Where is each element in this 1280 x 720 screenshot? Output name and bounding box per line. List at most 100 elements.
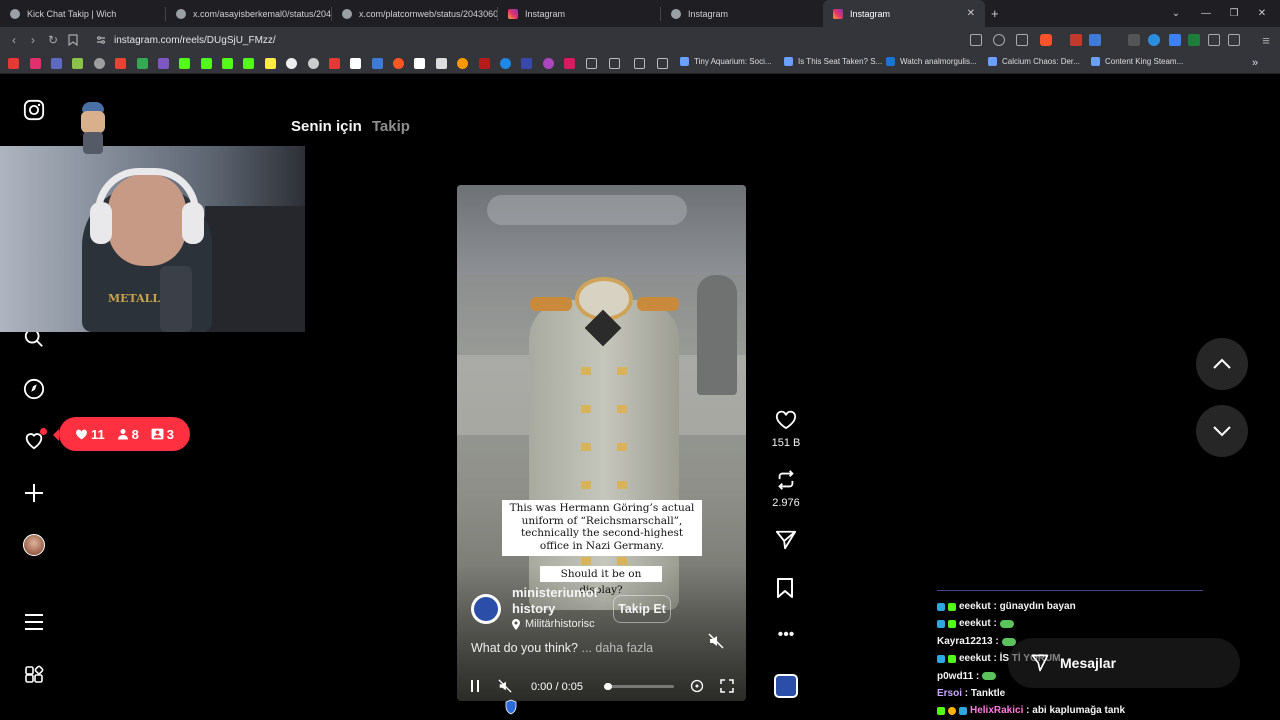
progress-thumb[interactable] <box>604 683 612 690</box>
volume-muted-icon[interactable] <box>498 679 512 693</box>
author-name[interactable]: ministeriumof history <box>512 585 598 617</box>
muted-icon[interactable] <box>708 633 728 653</box>
bookmark-icon[interactable] <box>308 58 319 69</box>
bookmark-icon[interactable] <box>414 58 425 69</box>
bookmark-icon[interactable] <box>436 58 447 69</box>
bookmark-icon[interactable] <box>372 58 383 69</box>
bookmark-icon[interactable] <box>500 58 511 69</box>
bookmark-kick-icon[interactable] <box>243 58 254 69</box>
like-heart-icon[interactable] <box>775 409 797 431</box>
bookmark-x-icon[interactable] <box>350 58 361 69</box>
next-reel-button[interactable] <box>1196 405 1248 457</box>
profile-avatar[interactable] <box>22 533 46 557</box>
browser-tab[interactable]: x.com/asayisberkemal0/status/20433 <box>166 0 331 27</box>
share-icon[interactable] <box>1016 34 1028 46</box>
bookmark-twitch-icon[interactable] <box>158 58 169 69</box>
reel-video[interactable] <box>457 185 746 701</box>
browser-tab[interactable]: Instagram <box>661 0 823 27</box>
tab-list-icon[interactable]: ⌄ <box>1162 0 1190 27</box>
extension-icon[interactable] <box>1169 34 1181 46</box>
progress-track[interactable] <box>604 683 674 690</box>
bookmark-icon[interactable] <box>457 58 468 69</box>
bookmark-youtube-icon[interactable] <box>8 58 19 69</box>
tab-for-you[interactable]: Senin için <box>291 118 362 135</box>
bookmark-folder-icon[interactable] <box>586 58 597 69</box>
bookmark-icon[interactable] <box>51 58 62 69</box>
bookmark-link[interactable]: Tiny Aquarium: Soci... <box>680 57 772 66</box>
restore-icon[interactable]: ❐ <box>1220 0 1248 27</box>
close-tab-icon[interactable]: ✕ <box>967 8 975 19</box>
bookmark-folder-icon[interactable] <box>657 58 668 69</box>
follow-button[interactable]: Takip Et <box>613 595 671 623</box>
extension-icon[interactable] <box>1070 34 1082 46</box>
brave-shield-icon[interactable] <box>1040 34 1052 46</box>
bookmark-icon[interactable] <box>286 58 297 69</box>
bookmark-drive-icon[interactable] <box>137 58 148 69</box>
more-link[interactable]: ... daha fazla <box>582 641 654 655</box>
bookmark-icon[interactable] <box>94 58 105 69</box>
sidebar-icon[interactable] <box>1228 34 1240 46</box>
bookmark-icon[interactable] <box>265 58 276 69</box>
bookmark-icon[interactable] <box>543 58 554 69</box>
new-tab-button[interactable]: + <box>985 0 1009 27</box>
share-send-icon[interactable] <box>775 529 797 551</box>
location-link[interactable]: Militärhistorisc <box>512 618 595 630</box>
bookmark-kick-icon[interactable] <box>201 58 212 69</box>
bookmark-icon[interactable] <box>72 58 83 69</box>
bookmark-icon[interactable] <box>65 32 81 48</box>
cast-icon[interactable] <box>970 34 982 46</box>
bookmark-link[interactable]: Content King Steam... <box>1091 57 1183 66</box>
close-window-icon[interactable]: ✕ <box>1248 0 1276 27</box>
bookmark-icon[interactable] <box>521 58 532 69</box>
extension-icon[interactable] <box>1148 34 1160 46</box>
activity-notification-pill[interactable]: 11 8 3 <box>53 417 190 451</box>
bookmark-gmail-icon[interactable] <box>115 58 126 69</box>
settings-icon[interactable] <box>690 679 704 693</box>
more-bookmarks-icon[interactable]: » <box>1252 57 1258 69</box>
bookmark-reddit-icon[interactable] <box>393 58 404 69</box>
browser-tab[interactable]: Kick Chat Takip | Wich <box>0 0 165 27</box>
bookmark-link[interactable]: Watch analmorgulis... <box>886 57 977 66</box>
bookmark-icon[interactable] <box>329 58 340 69</box>
more-options-icon[interactable]: ••• <box>776 627 796 644</box>
previous-reel-button[interactable] <box>1196 338 1248 390</box>
bookmark-folder-icon[interactable] <box>634 58 645 69</box>
bookmark-icon[interactable] <box>564 58 575 69</box>
bookmark-kick-icon[interactable] <box>222 58 233 69</box>
bookmark-folder-icon[interactable] <box>609 58 620 69</box>
url-field[interactable]: instagram.com/reels/DUgSjU_FMzz/ <box>88 30 968 50</box>
reload-icon[interactable]: ↻ <box>45 32 61 48</box>
messages-button[interactable]: Mesajlar <box>1008 638 1240 688</box>
browser-tab[interactable]: Instagram <box>498 0 660 27</box>
extension-icon[interactable] <box>1128 34 1140 46</box>
audio-thumbnail[interactable] <box>774 674 798 698</box>
extensions-puzzle-icon[interactable] <box>1208 34 1220 46</box>
instagram-logo-icon[interactable] <box>22 98 46 122</box>
bookmark-link[interactable]: Calcium Chaos: Der... <box>988 57 1080 66</box>
repost-icon[interactable] <box>775 469 797 491</box>
extension-icon[interactable] <box>1188 34 1200 46</box>
bookmark-icon[interactable] <box>479 58 490 69</box>
bookmark-instagram-icon[interactable] <box>30 58 41 69</box>
author-avatar[interactable] <box>471 594 501 624</box>
tab-following[interactable]: Takip <box>372 118 410 135</box>
more-menu-icon[interactable] <box>22 610 46 634</box>
pause-icon[interactable] <box>470 679 482 693</box>
bookmark-link[interactable]: Is This Seat Taken? S... <box>784 57 882 66</box>
site-settings-icon[interactable] <box>96 35 106 45</box>
menu-icon[interactable]: ≡ <box>1258 32 1274 48</box>
also-from-meta-icon[interactable] <box>22 663 46 687</box>
back-icon[interactable]: ‹ <box>6 32 22 48</box>
bookmark-kick-icon[interactable] <box>179 58 190 69</box>
fullscreen-icon[interactable] <box>720 679 734 693</box>
minimize-icon[interactable]: — <box>1192 0 1220 27</box>
explore-compass-icon[interactable] <box>22 377 46 401</box>
save-bookmark-icon[interactable] <box>776 578 796 600</box>
browser-tab[interactable]: x.com/platcornweb/status/20430602 <box>332 0 497 27</box>
browser-tab-active[interactable]: Instagram ✕ <box>823 0 985 27</box>
create-plus-icon[interactable] <box>22 481 46 505</box>
zoom-icon[interactable] <box>993 34 1005 46</box>
notifications-heart-icon[interactable] <box>22 428 47 452</box>
extension-icon[interactable] <box>1089 34 1101 46</box>
forward-icon[interactable]: › <box>25 32 41 48</box>
